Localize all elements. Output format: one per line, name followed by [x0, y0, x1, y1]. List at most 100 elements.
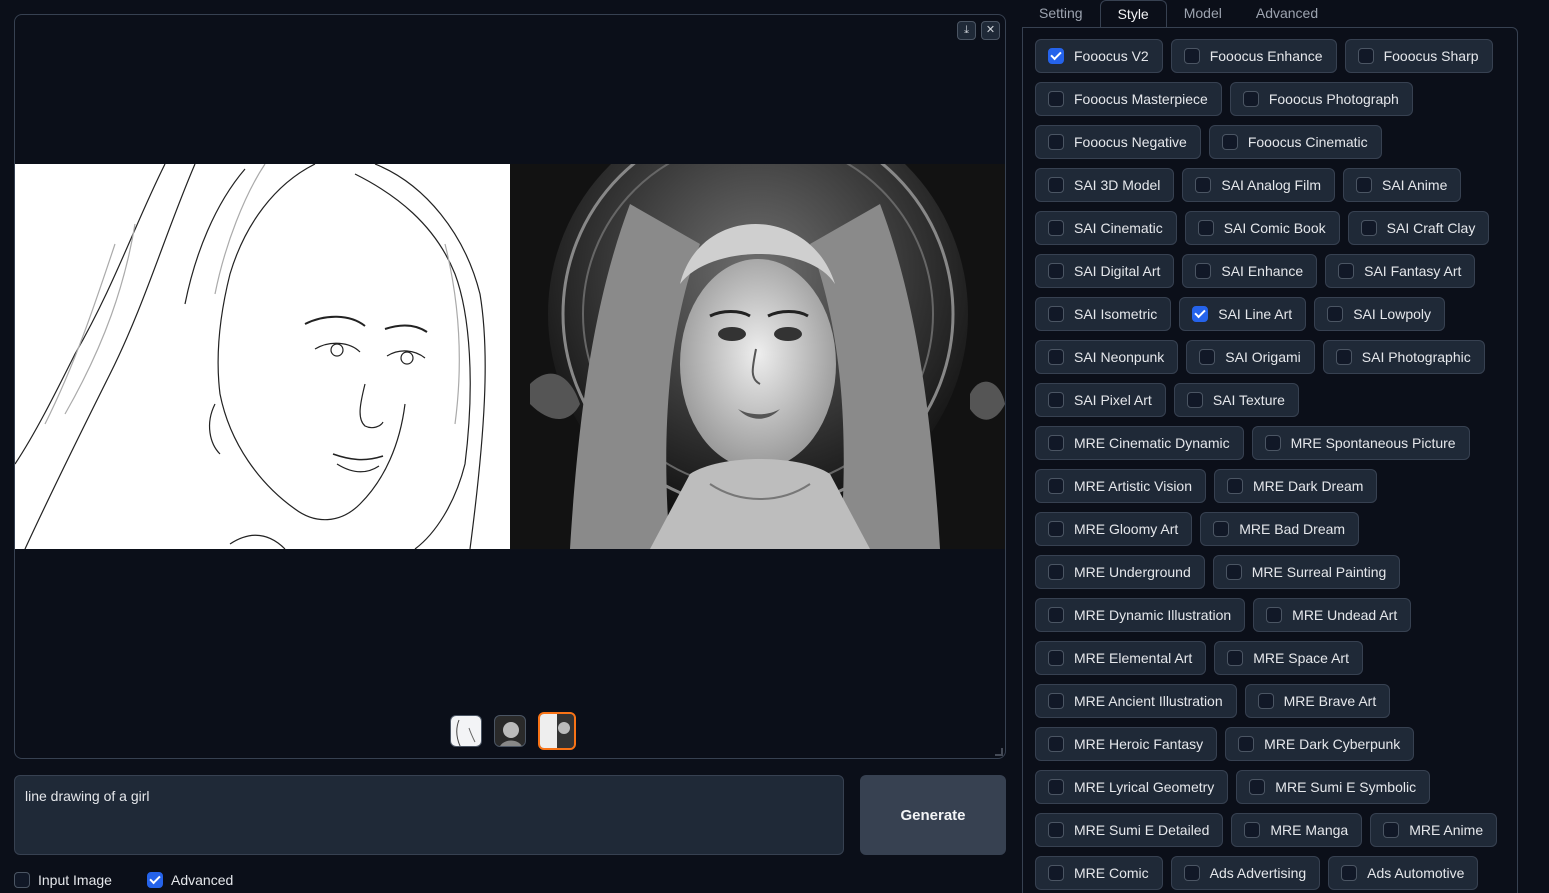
- style-option[interactable]: MRE Dark Cyberpunk: [1225, 727, 1415, 761]
- prompt-input[interactable]: line drawing of a girl: [14, 775, 844, 855]
- checkbox-icon[interactable]: [1048, 349, 1064, 365]
- style-option[interactable]: Fooocus Photograph: [1229, 82, 1413, 116]
- style-option[interactable]: SAI Origami: [1186, 340, 1315, 374]
- checkbox-icon[interactable]: [1195, 263, 1212, 279]
- style-option[interactable]: Ads Advertising: [1170, 856, 1321, 890]
- checkbox-icon[interactable]: [1249, 779, 1266, 795]
- checkbox-icon[interactable]: [1264, 435, 1281, 451]
- checkbox-icon[interactable]: [1244, 822, 1261, 838]
- checkbox-icon[interactable]: [1195, 177, 1212, 193]
- style-option[interactable]: SAI Cinematic: [1035, 211, 1177, 245]
- checkbox-icon[interactable]: [1355, 177, 1372, 193]
- checkbox-icon[interactable]: [1213, 521, 1230, 537]
- tab-advanced[interactable]: Advanced: [1239, 0, 1335, 28]
- style-option[interactable]: MRE Undead Art: [1253, 598, 1412, 632]
- thumbnail-1[interactable]: [450, 715, 482, 747]
- style-option[interactable]: Fooocus V2: [1035, 39, 1163, 73]
- checkbox-icon[interactable]: [1335, 349, 1352, 365]
- thumbnail-2[interactable]: [494, 715, 526, 747]
- thumbnail-3[interactable]: [538, 712, 576, 750]
- style-option[interactable]: MRE Spontaneous Picture: [1251, 426, 1470, 460]
- tab-setting[interactable]: Setting: [1022, 0, 1100, 28]
- checkbox-icon[interactable]: [1048, 779, 1064, 795]
- checkbox-icon[interactable]: [1048, 650, 1064, 666]
- checkbox-icon[interactable]: [1225, 564, 1242, 580]
- style-option[interactable]: MRE Lyrical Geometry: [1035, 770, 1229, 804]
- checkbox-icon[interactable]: [1383, 822, 1400, 838]
- style-option[interactable]: MRE Anime: [1370, 813, 1498, 847]
- checkbox-icon[interactable]: [1197, 220, 1214, 236]
- style-option[interactable]: MRE Gloomy Art: [1035, 512, 1193, 546]
- checkbox-icon[interactable]: [1048, 822, 1064, 838]
- checkbox-icon[interactable]: [1048, 865, 1064, 881]
- checkbox-icon[interactable]: [1048, 521, 1064, 537]
- checkbox-icon[interactable]: [1048, 306, 1064, 322]
- generate-button[interactable]: Generate: [860, 775, 1006, 855]
- style-option[interactable]: SAI Digital Art: [1035, 254, 1175, 288]
- style-option[interactable]: MRE Underground: [1035, 555, 1205, 589]
- style-option[interactable]: Fooocus Negative: [1035, 125, 1201, 159]
- style-option[interactable]: MRE Cinematic Dynamic: [1035, 426, 1244, 460]
- checkbox-icon[interactable]: [1238, 736, 1255, 752]
- style-option[interactable]: MRE Ancient Illustration: [1035, 684, 1237, 718]
- style-option[interactable]: MRE Bad Dream: [1200, 512, 1360, 546]
- style-option[interactable]: Fooocus Enhance: [1170, 39, 1337, 73]
- style-option[interactable]: SAI Photographic: [1322, 340, 1485, 374]
- tab-style[interactable]: Style: [1099, 0, 1167, 28]
- checkbox-icon[interactable]: [1048, 564, 1064, 580]
- checkbox-icon[interactable]: [1183, 865, 1200, 881]
- style-option[interactable]: SAI Fantasy Art: [1325, 254, 1476, 288]
- checkbox-icon[interactable]: [1227, 650, 1244, 666]
- checkbox-icon[interactable]: [1257, 693, 1274, 709]
- scrollbar[interactable]: [1540, 0, 1549, 893]
- style-option[interactable]: SAI Isometric: [1035, 297, 1172, 331]
- style-option[interactable]: MRE Comic: [1035, 856, 1163, 890]
- style-option[interactable]: SAI Comic Book: [1184, 211, 1340, 245]
- checkbox-icon[interactable]: [1357, 48, 1374, 64]
- style-option[interactable]: SAI Anime: [1342, 168, 1462, 202]
- style-option[interactable]: SAI Analog Film: [1182, 168, 1335, 202]
- checkbox-icon[interactable]: [1048, 478, 1064, 494]
- style-option[interactable]: MRE Elemental Art: [1035, 641, 1207, 675]
- style-option[interactable]: SAI Neonpunk: [1035, 340, 1179, 374]
- checkbox-icon[interactable]: [1227, 478, 1243, 494]
- style-option[interactable]: MRE Brave Art: [1244, 684, 1391, 718]
- checkbox-icon[interactable]: [14, 872, 30, 888]
- style-option[interactable]: Fooocus Masterpiece: [1035, 82, 1222, 116]
- style-option[interactable]: SAI Texture: [1173, 383, 1299, 417]
- checkbox-icon[interactable]: [1048, 220, 1064, 236]
- checkbox-icon[interactable]: [1048, 91, 1064, 107]
- checkbox-icon[interactable]: [1186, 392, 1203, 408]
- checkbox-icon[interactable]: [147, 872, 163, 888]
- checkbox-icon[interactable]: [1048, 392, 1064, 408]
- close-icon[interactable]: ✕: [981, 21, 1000, 40]
- checkbox-icon[interactable]: [1338, 263, 1355, 279]
- checkbox-icon[interactable]: [1048, 48, 1064, 64]
- style-option[interactable]: Fooocus Cinematic: [1208, 125, 1382, 159]
- style-option[interactable]: SAI Line Art: [1179, 297, 1307, 331]
- style-option[interactable]: MRE Heroic Fantasy: [1035, 727, 1218, 761]
- style-option[interactable]: MRE Sumi E Detailed: [1035, 813, 1224, 847]
- checkbox-icon[interactable]: [1048, 134, 1064, 150]
- style-option[interactable]: MRE Dark Dream: [1214, 469, 1378, 503]
- style-option[interactable]: MRE Space Art: [1214, 641, 1363, 675]
- input-image-checkbox[interactable]: Input Image: [14, 872, 112, 888]
- checkbox-icon[interactable]: [1221, 134, 1238, 150]
- resize-handle[interactable]: [995, 748, 1003, 756]
- checkbox-icon[interactable]: [1183, 48, 1200, 64]
- checkbox-icon[interactable]: [1360, 220, 1377, 236]
- style-option[interactable]: SAI Lowpoly: [1314, 297, 1446, 331]
- download-icon[interactable]: ⤓: [957, 21, 976, 40]
- checkbox-icon[interactable]: [1048, 607, 1064, 623]
- style-option[interactable]: MRE Artistic Vision: [1035, 469, 1206, 503]
- style-option[interactable]: SAI Enhance: [1182, 254, 1318, 288]
- checkbox-icon[interactable]: [1048, 263, 1064, 279]
- checkbox-icon[interactable]: [1048, 177, 1064, 193]
- checkbox-icon[interactable]: [1192, 306, 1209, 322]
- style-option[interactable]: MRE Sumi E Symbolic: [1236, 770, 1431, 804]
- style-option[interactable]: SAI Pixel Art: [1035, 383, 1166, 417]
- style-option[interactable]: MRE Dynamic Illustration: [1035, 598, 1246, 632]
- checkbox-icon[interactable]: [1266, 607, 1283, 623]
- checkbox-icon[interactable]: [1048, 693, 1064, 709]
- checkbox-icon[interactable]: [1048, 736, 1064, 752]
